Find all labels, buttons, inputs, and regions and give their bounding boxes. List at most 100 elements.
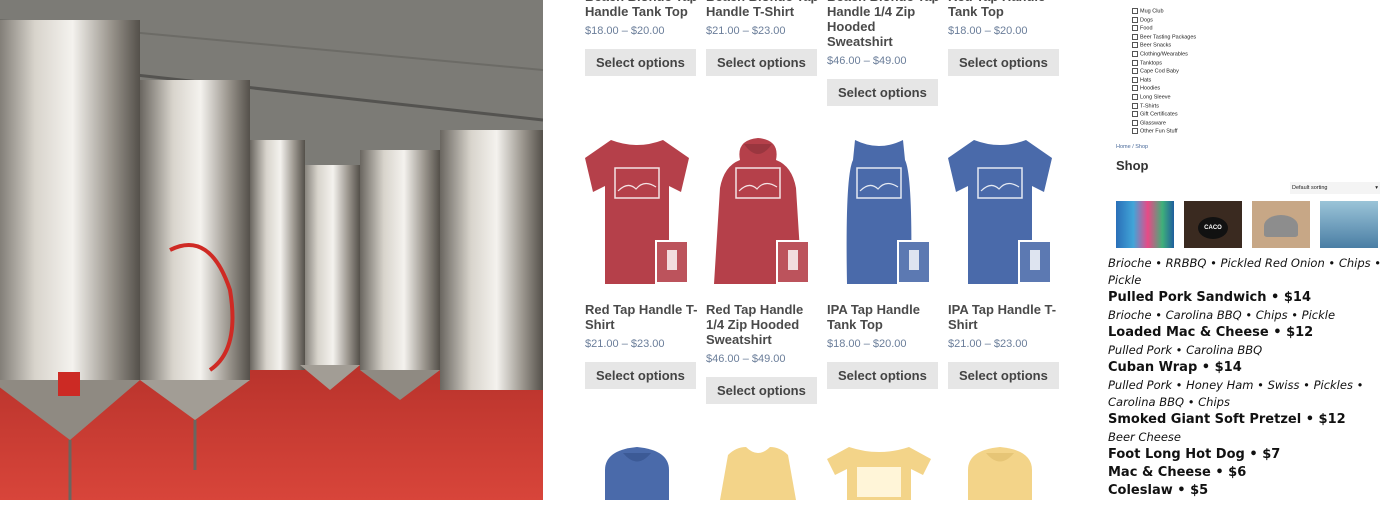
category-checkbox-row[interactable]: Food [1132,25,1153,32]
sorting-label: Default sorting [1292,185,1328,191]
category-checkbox-row[interactable]: Clothing/Wearables [1132,51,1188,57]
checkbox[interactable] [1132,16,1138,23]
checkbox[interactable] [1132,102,1138,109]
select-options-button[interactable]: Select options [827,362,938,389]
checkbox[interactable] [1132,111,1138,118]
product-card: Red Tap Handle T-Shirt $21.00 – $23.00 S… [585,302,700,389]
category-label: Glassware [1140,120,1166,127]
category-label: Hoodies [1140,85,1161,92]
product-image[interactable] [706,136,810,284]
select-options-button[interactable]: Select options [706,49,817,76]
menu-item-name: Coleslaw • $5 [1108,483,1209,498]
menu-item-name: Loaded Mac & Cheese • $12 [1108,325,1314,340]
select-options-button[interactable]: Select options [827,79,938,106]
product-price: $46.00 – $49.00 [706,353,786,365]
menu-item-name: Smoked Giant Soft Pretzel • $12 [1108,412,1346,427]
select-options-button[interactable]: Select options [948,362,1059,389]
category-label: Other Fun Stuff [1140,128,1178,135]
product-thumb-row3-4[interactable] [948,445,1052,500]
select-options-button[interactable]: Select options [948,49,1059,76]
product-card: IPA Tap Handle Tank Top $18.00 – $20.00 … [827,302,942,389]
category-label: Beer Tasting Packages [1140,34,1197,41]
product-title[interactable]: IPA Tap Handle Tank Top [827,302,942,332]
product-image[interactable] [585,136,689,284]
menu-item-description: Brioche • Carolina BBQ • Chips • Pickle [1108,308,1336,322]
checkbox[interactable] [1132,8,1138,14]
menu-item-name: Cuban Wrap • $14 [1108,360,1242,375]
category-checkbox-row[interactable]: Hats [1132,76,1152,84]
select-options-button[interactable]: Select options [585,49,696,76]
product-photo-glasses[interactable] [1116,201,1174,248]
product-price: $21.00 – $23.00 [706,25,786,37]
product-card: Red Tap Handle Tank Top $18.00 – $20.00 … [948,0,1063,76]
product-image[interactable] [948,136,1052,284]
category-checkbox-row[interactable]: Long Sleeve [1132,94,1171,100]
category-checkbox-row[interactable]: Mug Club [1132,8,1164,14]
category-checkbox-row[interactable]: Gift Certificates [1132,111,1178,118]
breadcrumb[interactable]: Home / Shop [1116,144,1148,150]
category-checkbox-row[interactable]: Cape Cod Baby [1132,68,1179,75]
menu-item-description: Pulled Pork • Honey Ham • Swiss • Pickle… [1108,378,1364,409]
category-checkbox-row[interactable]: Dogs [1132,16,1153,23]
product-card: IPA Tap Handle T-Shirt $21.00 – $23.00 S… [948,302,1063,389]
category-label: Food [1140,25,1153,32]
shop-sidebar-screenshot: Mug Club Dogs Food Beer Tasting Packages Bee… [1104,0,1400,500]
product-card: Beach Blonde Tap Handle 1/4 Zip Hooded S… [827,0,942,106]
checkbox[interactable] [1132,94,1138,100]
select-options-button[interactable]: Select options [585,362,696,389]
sorting-select[interactable]: Default sorting ▾ [1290,182,1380,194]
menu-item-name: Foot Long Hot Dog • $7 [1108,447,1281,462]
category-checkbox-row[interactable]: Hoodies [1132,85,1161,92]
checkbox[interactable] [1132,51,1138,57]
category-label: Gift Certificates [1140,111,1178,118]
product-image[interactable] [827,136,931,284]
product-title[interactable]: Red Tap Handle 1/4 Zip Hooded Sweatshirt [706,302,821,347]
category-label: Hats [1140,77,1152,84]
checkbox[interactable] [1132,33,1138,40]
checkbox[interactable] [1132,42,1138,49]
menu-item-description: Brioche • RRBBQ • Pickled Red Onion • Ch… [1108,256,1382,287]
product-title[interactable]: Red Tap Handle T-Shirt [585,302,700,332]
product-price: $21.00 – $23.00 [585,338,665,350]
category-checkbox-row[interactable]: Beer Tasting Packages [1132,33,1197,41]
category-label: Mug Club [1140,8,1164,15]
product-thumb-row3-3[interactable] [827,445,931,500]
select-options-button[interactable]: Select options [706,377,817,404]
product-photo-mug[interactable]: CACO [1184,201,1242,248]
category-checkbox-row[interactable]: Glassware [1132,119,1166,127]
checkbox[interactable] [1132,119,1138,126]
product-title[interactable]: Beach Blonde Tap Handle T-Shirt [706,0,821,19]
food-menu: Brioche • RRBBQ • Pickled Red Onion • Ch… [1108,255,1398,500]
category-label: Cape Cod Baby [1140,68,1179,75]
product-thumb-row3-1[interactable] [585,445,689,500]
product-price: $46.00 – $49.00 [827,55,907,67]
product-photo-hat[interactable] [1252,201,1310,248]
category-label: T-Shirts [1140,103,1159,110]
category-checkbox-row[interactable]: Other Fun Stuff [1132,128,1178,135]
category-label: Tanktops [1140,60,1163,67]
category-checkbox-row[interactable]: Tanktops [1132,59,1163,67]
product-card: Beach Blonde Tap Handle T-Shirt $21.00 –… [706,0,821,76]
brewery-tanks-photo [0,0,543,500]
category-checkbox-row[interactable]: T-Shirts [1132,102,1159,110]
checkbox[interactable] [1132,76,1138,83]
product-title[interactable]: Red Tap Handle Tank Top [948,0,1063,19]
product-card: Red Tap Handle 1/4 Zip Hooded Sweatshirt… [706,302,821,404]
category-checkbox-row[interactable]: Beer Snacks [1132,42,1171,49]
product-photo-shirt-back[interactable] [1320,201,1378,248]
checkbox[interactable] [1132,59,1138,66]
checkbox[interactable] [1132,128,1138,135]
chevron-down-icon: ▾ [1375,185,1378,191]
checkbox[interactable] [1132,68,1138,75]
product-title[interactable]: Beach Blonde Tap Handle 1/4 Zip Hooded S… [827,0,942,49]
product-title[interactable]: IPA Tap Handle T-Shirt [948,302,1063,332]
product-price: $18.00 – $20.00 [585,25,665,37]
page-title: Shop [1116,158,1149,173]
product-price: $18.00 – $20.00 [827,338,907,350]
product-thumb-row3-2[interactable] [706,445,810,500]
checkbox[interactable] [1132,85,1138,92]
product-title[interactable]: Beach Blonde Tap Handle Tank Top [585,0,700,19]
menu-item-name: Pulled Pork Sandwich • $14 [1108,290,1312,305]
category-label: Clothing/Wearables [1140,51,1188,58]
checkbox[interactable] [1132,25,1138,32]
